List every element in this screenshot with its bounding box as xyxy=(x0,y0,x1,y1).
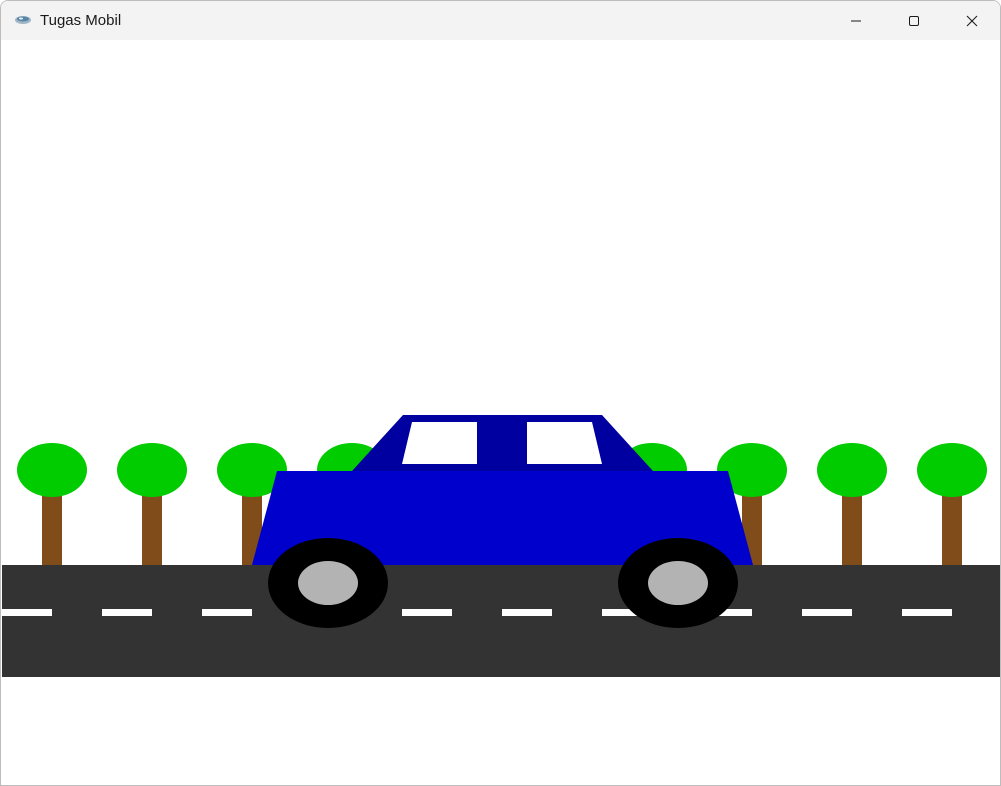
tree-trunk xyxy=(42,495,62,567)
tree-canopy xyxy=(117,443,187,497)
tree-canopy xyxy=(917,443,987,497)
title-bar[interactable]: Tugas Mobil xyxy=(1,1,1000,40)
close-button[interactable] xyxy=(943,1,1000,40)
lane-dash xyxy=(202,609,252,616)
tree-trunk xyxy=(942,495,962,567)
car-hubcap xyxy=(648,561,708,605)
scene-svg xyxy=(2,40,1000,785)
tree-trunk xyxy=(842,495,862,567)
lane-dash xyxy=(102,609,152,616)
close-icon xyxy=(966,15,978,26)
app-window: Tugas Mobil xyxy=(0,0,1001,786)
car-cabin xyxy=(352,415,653,471)
tree-canopy xyxy=(17,443,87,497)
maximize-button[interactable] xyxy=(885,1,943,40)
lane-dash xyxy=(2,609,52,616)
lane-dash xyxy=(502,609,552,616)
tree-trunk xyxy=(142,495,162,567)
lane-dash xyxy=(802,609,852,616)
drawing-canvas xyxy=(2,40,1000,785)
app-icon xyxy=(15,16,31,24)
minimize-button[interactable] xyxy=(827,1,885,40)
minimize-icon xyxy=(851,20,861,21)
road xyxy=(2,565,1000,677)
car-window-front xyxy=(402,422,477,464)
window-title: Tugas Mobil xyxy=(40,12,122,29)
maximize-icon xyxy=(909,15,919,26)
lane-dash xyxy=(902,609,952,616)
lane-dash xyxy=(402,609,452,616)
car-hubcap xyxy=(298,561,358,605)
tree-canopy xyxy=(817,443,887,497)
car-window-rear xyxy=(527,422,602,464)
